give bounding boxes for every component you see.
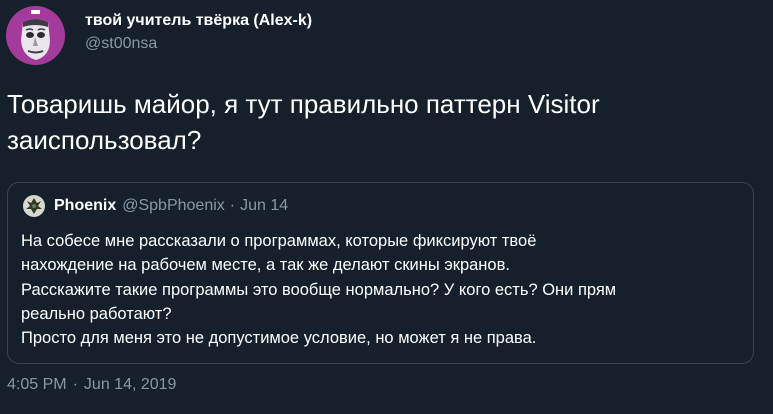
tweet-text: Товаришь майор, я тут правильно паттерн … [7, 86, 767, 158]
profile-avatar-icon [6, 5, 65, 65]
quoted-author-avatar [23, 195, 45, 217]
quoted-tweet-header: Phoenix @SpbPhoenix · Jun 14 [23, 194, 288, 218]
phoenix-avatar-icon [23, 195, 45, 217]
quoted-date-separator: · [229, 197, 236, 214]
author-handle[interactable]: @st00nsa [85, 34, 312, 54]
author-display-name[interactable]: твой учитель твёрка (Alex-k) [85, 11, 312, 31]
quoted-body-line: На собесе мне рассказали о программах, к… [21, 232, 537, 250]
tweet-header: твой учитель твёрка (Alex-k) @st00nsa [6, 5, 312, 65]
quoted-body-line: Расскажите такие программы это вообще но… [21, 280, 617, 299]
tweet-card: твой учитель твёрка (Alex-k) @st00nsa То… [0, 0, 773, 414]
quoted-tweet-date: Jun 14 [240, 197, 289, 214]
tweet-time: 4:05 PM [7, 376, 67, 393]
tweet-date: Jun 14, 2019 [83, 376, 177, 393]
tweet-text-line: Товаришь майор, я тут правильно паттерн … [7, 89, 600, 119]
quoted-author-handle: @SpbPhoenix [122, 197, 225, 214]
quoted-body-line: Просто для меня это не допустимое услови… [21, 329, 537, 348]
quoted-tweet-body: На собесе мне рассказали о программах, к… [21, 229, 741, 350]
quoted-author-name: Phoenix [54, 197, 117, 214]
tweet-text-line: заиспользовал? [7, 125, 202, 155]
author-names: твой учитель твёрка (Alex-k) @st00nsa [85, 11, 312, 54]
tweet-timestamp[interactable]: 4:05 PM · Jun 14, 2019 [7, 376, 176, 394]
quoted-body-line: нахождение на рабочем месте, а так же де… [21, 256, 510, 275]
quoted-body-line: реально работают? [21, 304, 172, 323]
author-avatar[interactable] [6, 5, 65, 65]
quoted-tweet[interactable]: Phoenix @SpbPhoenix · Jun 14 На собесе м… [7, 182, 754, 364]
timestamp-separator: · [72, 376, 78, 393]
